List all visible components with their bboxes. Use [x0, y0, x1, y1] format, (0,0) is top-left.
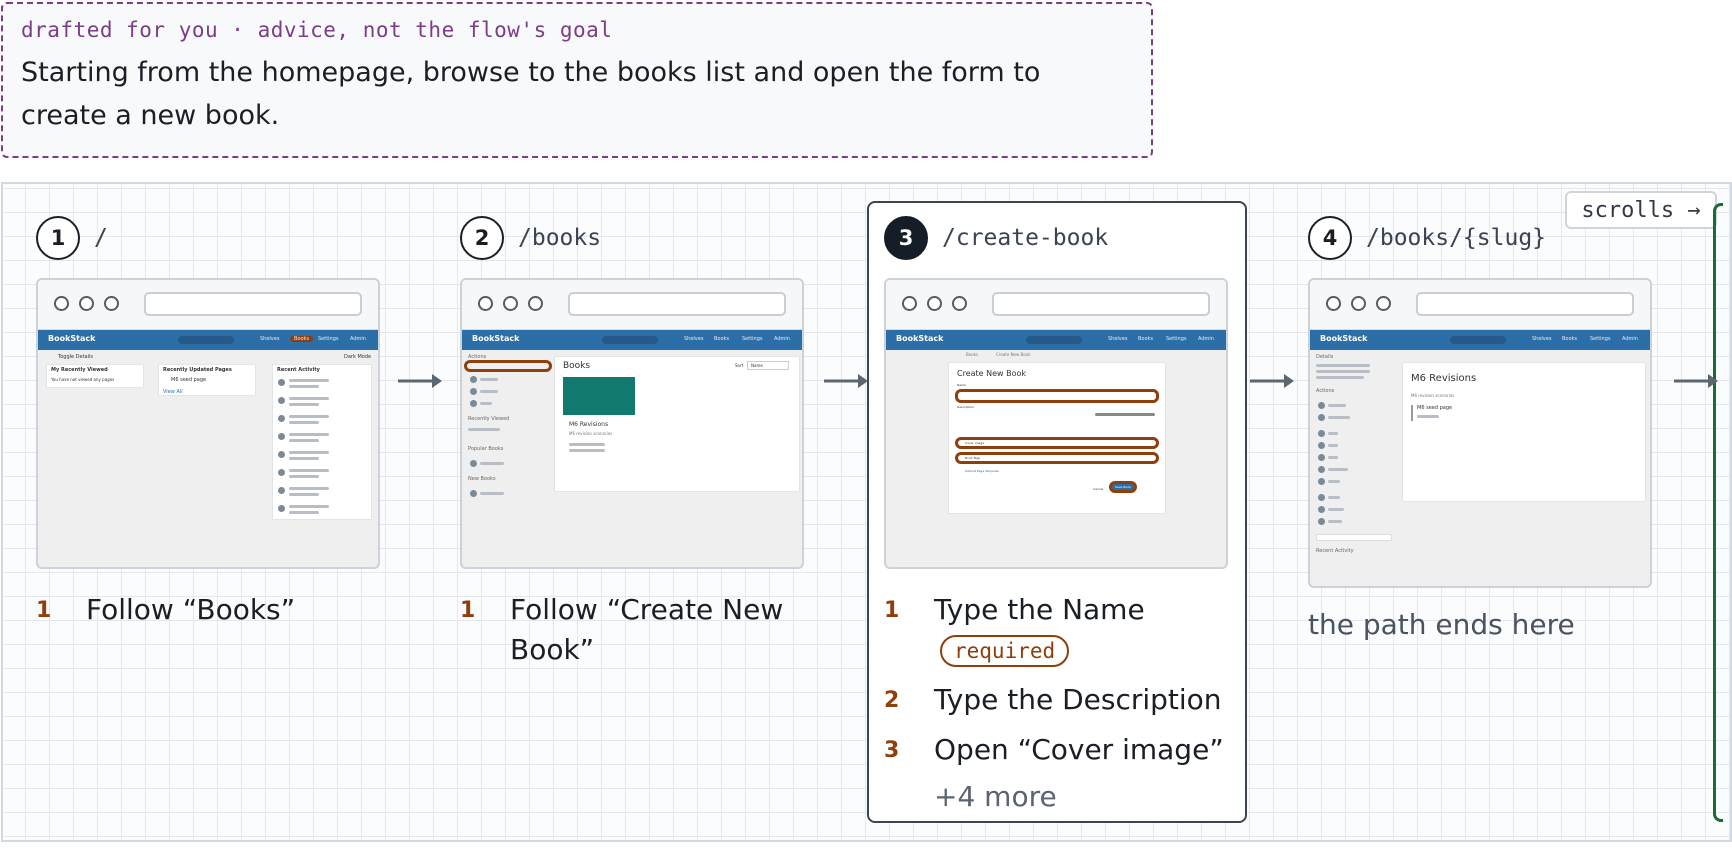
app-header: BookStack Shelves Books Settings Admin	[1310, 330, 1650, 350]
window-dot-icon	[478, 296, 493, 311]
app-header: BookStack Shelves Books Settings Admin	[886, 330, 1226, 350]
window-dot-icon	[927, 296, 942, 311]
step-route: /create-book	[942, 225, 1109, 251]
step-number-badge: 4	[1308, 216, 1352, 260]
url-box	[1416, 292, 1634, 316]
scroll-edge-indicator	[1713, 203, 1723, 822]
arrow-right-icon	[824, 374, 868, 388]
url-box	[992, 292, 1210, 316]
arrow-right-icon	[1674, 374, 1718, 388]
window-dot-icon	[79, 296, 94, 311]
window-dot-icon	[1326, 296, 1341, 311]
window-dot-icon	[528, 296, 543, 311]
browser-bar	[1310, 280, 1650, 330]
url-box	[568, 292, 786, 316]
arrow-right-icon	[1250, 374, 1294, 388]
step-1-actions: 1 Follow “Books”	[36, 590, 396, 640]
book-panel: M6 Revisions M6 revision scenarios M6 se…	[1402, 362, 1646, 502]
step-2-actions: 1 Follow “Create New Book”	[460, 590, 820, 680]
arrow-right-icon	[398, 374, 442, 388]
app-header: BookStack Shelves Books Settings Admin	[462, 330, 802, 350]
step-3-actions: 1 Type the Namerequired 2 Type the Descr…	[884, 590, 1244, 813]
name-field-highlight	[955, 389, 1159, 403]
flow-canvas: drafted for you · advice, not the flow's…	[0, 0, 1732, 850]
toggle-details: Toggle Details	[58, 354, 93, 360]
step-4-screenshot[interactable]: BookStack Shelves Books Settings Admin D…	[1308, 278, 1652, 588]
browser-bar	[462, 280, 802, 330]
advice-banner: drafted for you · advice, not the flow's…	[1, 2, 1153, 158]
book-tags-highlight	[955, 452, 1159, 464]
browser-bar	[886, 280, 1226, 330]
create-book-form: Create New Book Name Description Cover i…	[948, 362, 1166, 514]
step-2-screenshot[interactable]: BookStack Shelves Books Settings Admin A…	[460, 278, 804, 569]
browser-bar	[38, 280, 378, 330]
cover-image-highlight	[955, 437, 1159, 449]
step-1-screenshot[interactable]: BookStack Shelves Books Settings Admin T…	[36, 278, 380, 569]
url-box	[144, 292, 362, 316]
step-3-header: 3 /create-book	[884, 216, 1108, 260]
window-dot-icon	[503, 296, 518, 311]
create-new-book-highlight	[464, 360, 552, 372]
window-dot-icon	[104, 296, 119, 311]
action-item[interactable]: 1 Follow “Create New Book”	[460, 590, 820, 670]
required-badge: required	[940, 635, 1070, 667]
action-item[interactable]: 1 Follow “Books”	[36, 590, 396, 630]
recently-viewed-panel: My Recently Viewed You have not viewed a…	[46, 364, 144, 388]
step-route: /books	[518, 225, 602, 251]
step-2-header: 2 /books	[460, 216, 601, 260]
window-dot-icon	[54, 296, 69, 311]
step-route: /books/{slug}	[1366, 225, 1547, 251]
app-logo: BookStack	[48, 334, 96, 343]
step-route: /	[94, 225, 108, 251]
step-3-screenshot[interactable]: BookStack Shelves Books Settings Admin B…	[884, 278, 1228, 569]
step-4-header: 4 /books/{slug}	[1308, 216, 1546, 260]
step-number-badge: 3	[884, 216, 928, 260]
window-dot-icon	[902, 296, 917, 311]
dark-mode: Dark Mode	[344, 354, 372, 360]
window-dot-icon	[1376, 296, 1391, 311]
scroll-hint: scrolls →	[1565, 191, 1717, 229]
step-number-badge: 2	[460, 216, 504, 260]
books-panel: Books Sort Name M6 Revisions M6 revision…	[554, 356, 800, 492]
app-search	[178, 336, 234, 344]
step-number-badge: 1	[36, 216, 80, 260]
action-item[interactable]: 2 Type the Description	[884, 680, 1244, 720]
window-dot-icon	[952, 296, 967, 311]
nav-shelves: Shelves	[260, 336, 280, 342]
nav-books-highlight: Books	[290, 336, 314, 342]
recent-activity-panel: Recent Activity	[272, 364, 372, 520]
path-end-note: the path ends here	[1308, 608, 1575, 641]
more-actions-link[interactable]: +4 more	[934, 780, 1244, 813]
app-header: BookStack Shelves Books Settings Admin	[38, 330, 378, 350]
action-item[interactable]: 1 Type the Namerequired	[884, 590, 1244, 670]
step-1-header: 1 /	[36, 216, 108, 260]
banner-kicker: drafted for you · advice, not the flow's…	[21, 18, 613, 42]
window-dot-icon	[1351, 296, 1366, 311]
action-item[interactable]: 3 Open “Cover image”	[884, 730, 1244, 770]
nav-settings: Settings	[318, 336, 339, 342]
nav-admin: Admin	[350, 336, 366, 342]
recently-updated-panel: Recently Updated Pages M6 seed page View…	[158, 364, 256, 396]
banner-text: Starting from the homepage, browse to th…	[21, 57, 1041, 131]
